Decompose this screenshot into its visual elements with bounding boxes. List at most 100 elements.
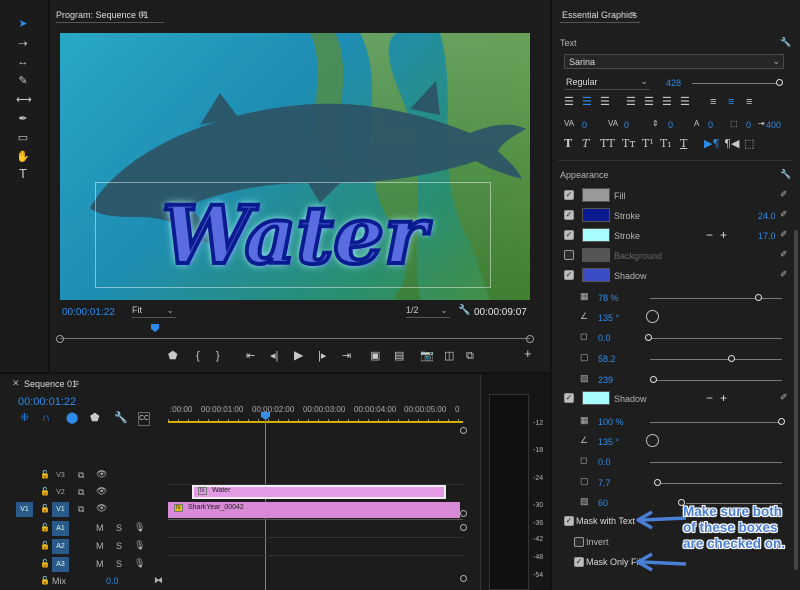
lock-icon[interactable]: 🔓 [40, 487, 50, 496]
fill-checkbox[interactable]: ✓ [564, 190, 574, 200]
step-forward-icon[interactable]: |▸ [318, 350, 326, 362]
stroke2-color-swatch[interactable] [582, 228, 610, 242]
shadow1-opacity-value[interactable]: 78 % [598, 293, 619, 303]
shadow2-opacity-knob[interactable] [778, 418, 785, 425]
faux-bold-icon[interactable]: T [564, 138, 572, 150]
microphone-icon[interactable]: 🎙 [134, 540, 145, 551]
ripple-edit-tool-icon[interactable]: ↔ [16, 56, 30, 68]
stroke1-color-swatch[interactable] [582, 208, 610, 222]
shadow1-distance-knob[interactable] [645, 334, 652, 341]
superscript-icon[interactable]: T¹ [642, 138, 654, 150]
sequence-title[interactable]: Sequence 01 [24, 379, 77, 389]
all-caps-icon[interactable]: TT [600, 138, 615, 150]
shadow1-size-knob[interactable] [728, 355, 735, 362]
stroke2-width-value[interactable]: 17.0 [758, 231, 776, 241]
shadow1-size-value[interactable]: 58.2 [598, 354, 616, 364]
proxy-toggle-icon[interactable]: ⧉ [466, 350, 474, 362]
font-dropdown[interactable]: Sarina ⌄ [564, 54, 784, 69]
shadow1-blur-value[interactable]: 239 [598, 375, 613, 385]
eyedropper-icon[interactable]: ✐ [780, 189, 788, 200]
shadow2-distance-slider[interactable] [650, 462, 782, 463]
rtl-icon[interactable]: ¶◀ [724, 138, 739, 150]
stroke1-width-value[interactable]: 24.0 [758, 211, 776, 221]
track-target-v3[interactable]: V3 [52, 468, 69, 483]
tsume-value[interactable]: 0 [746, 120, 751, 130]
mix-nav-icon[interactable]: ⧓ [154, 575, 163, 586]
lock-icon[interactable]: 🔓 [40, 504, 50, 513]
clip-water[interactable]: fx Water [192, 485, 446, 499]
font-size-slider[interactable] [692, 83, 778, 84]
stroke1-checkbox[interactable]: ✓ [564, 210, 574, 220]
fit-dropdown[interactable]: Fit ⌄ [132, 305, 176, 318]
comparison-view-icon[interactable]: ◫ [444, 350, 454, 362]
play-icon[interactable]: ▶ [294, 349, 303, 361]
kerning-icon[interactable]: VA [564, 118, 574, 130]
mark-in-icon[interactable]: { [196, 350, 200, 362]
shadow2-angle-value[interactable]: 135 ° [598, 437, 619, 447]
marker-icon[interactable]: ⬟ [168, 350, 178, 362]
shadow1-distance-value[interactable]: 0.0 [598, 333, 611, 343]
justify-all-icon[interactable]: ☰ [680, 96, 690, 108]
clip-sharkyear[interactable]: fx SharkYear_00042 [168, 502, 460, 518]
shadow2-size-slider[interactable] [658, 483, 782, 484]
align-bottom-icon[interactable]: ≡ [746, 96, 752, 108]
background-color-swatch[interactable] [582, 248, 610, 262]
fill-color-swatch[interactable] [582, 188, 610, 202]
shadow2-blur-value[interactable]: 60 [598, 498, 608, 508]
program-timecode-left[interactable]: 00:00:01:22 [62, 307, 115, 318]
mask-with-text-checkbox[interactable]: ✓ [564, 516, 574, 526]
lock-icon[interactable]: 🔓 [40, 523, 50, 532]
marker-icon[interactable]: ⬟ [90, 412, 100, 424]
align-center-icon[interactable]: ☰ [582, 96, 592, 108]
eyedropper-icon[interactable]: ✐ [780, 209, 788, 220]
time-ruler[interactable]: :00:00 00:00:01:00 00:00:02:00 00:00:03:… [168, 400, 463, 424]
font-size-slider-knob[interactable] [776, 79, 783, 86]
captions-icon[interactable]: CC [138, 412, 150, 426]
track-target-a3[interactable]: A3 [52, 557, 69, 572]
eyedropper-icon[interactable]: ✐ [780, 229, 788, 240]
justify-center-icon[interactable]: ☰ [644, 96, 654, 108]
faux-italic-icon[interactable]: T [582, 138, 589, 150]
linked-selection-icon[interactable]: ∩ [42, 412, 50, 424]
baseline-value[interactable]: 0 [708, 120, 713, 130]
eg-title[interactable]: Essential Graphics [562, 10, 637, 20]
mask-only-fill-checkbox[interactable]: ✓ [574, 557, 584, 567]
eyedropper-icon[interactable]: ✐ [780, 249, 788, 260]
invert-checkbox[interactable] [574, 537, 584, 547]
snap-icon[interactable]: ⁜ [20, 412, 29, 424]
tracking-value[interactable]: 0 [624, 120, 629, 130]
add-button-icon[interactable]: + [524, 347, 532, 360]
sync-icon[interactable]: ⧉ [78, 504, 84, 515]
sync-icon[interactable]: ⧉ [78, 487, 84, 498]
kerning-value[interactable]: 0 [582, 120, 587, 130]
shadow2-opacity-value[interactable]: 100 % [598, 417, 624, 427]
program-video-frame[interactable]: Water [60, 33, 530, 300]
playhead-marker[interactable] [151, 324, 159, 332]
wrench-icon[interactable]: 🔧 [780, 169, 791, 180]
tracking-icon[interactable]: VA [608, 118, 618, 130]
shadow1-color-swatch[interactable] [582, 268, 610, 282]
sequence-menu-icon[interactable]: ≡ [74, 378, 79, 388]
lock-icon[interactable]: 🔓 [40, 559, 50, 568]
tsume-icon[interactable]: ⬚ [730, 118, 738, 130]
mute-button[interactable]: M [96, 523, 104, 533]
lock-icon[interactable]: 🔓 [40, 576, 50, 585]
font-size-value[interactable]: 428 [666, 78, 681, 88]
shadow1-checkbox[interactable]: ✓ [564, 270, 574, 280]
underline-icon[interactable]: T [680, 138, 687, 150]
align-top-icon[interactable]: ≡ [710, 96, 716, 108]
subscript-icon[interactable]: T₁ [660, 138, 672, 150]
shadow1-size-slider[interactable] [650, 359, 782, 360]
mute-button[interactable]: M [96, 559, 104, 569]
solo-button[interactable]: S [116, 559, 122, 569]
solo-button[interactable]: S [116, 541, 122, 551]
wrench-icon[interactable]: 🔧 [780, 37, 791, 48]
background-checkbox[interactable] [564, 250, 574, 260]
program-menu-icon[interactable]: ≡ [140, 9, 146, 20]
razor-tool-icon[interactable]: ✎ [16, 75, 30, 87]
eyedropper-icon[interactable]: ✐ [780, 392, 788, 403]
angle-dial-icon[interactable] [646, 310, 659, 323]
water-title-text[interactable]: Water [96, 183, 492, 287]
lock-icon[interactable]: 🔓 [40, 541, 50, 550]
microphone-icon[interactable]: 🎙 [134, 522, 145, 533]
